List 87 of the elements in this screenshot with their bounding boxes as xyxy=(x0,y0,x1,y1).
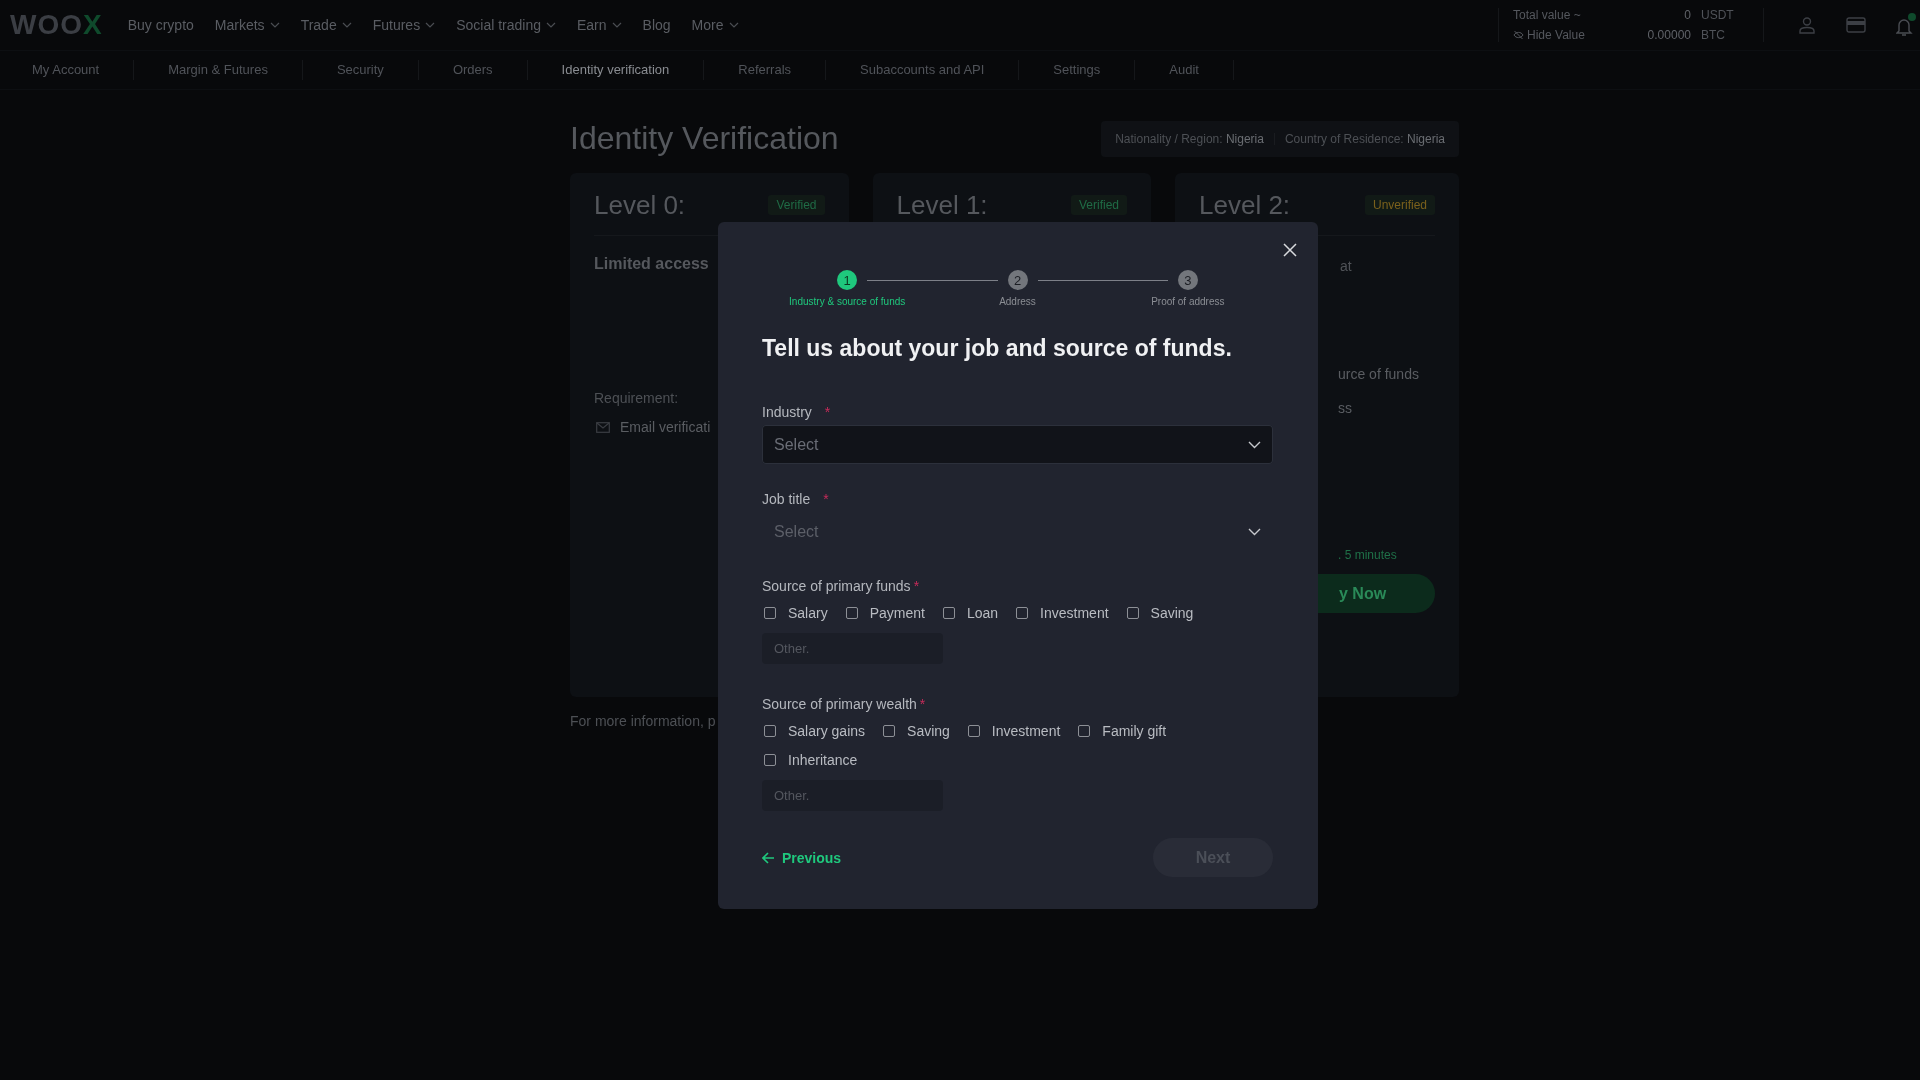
field-label: Source of primary funds xyxy=(762,578,911,594)
tab[interactable]: Subaccounts and API xyxy=(826,60,1020,80)
checkbox-label[interactable]: Salary xyxy=(788,605,828,621)
mail-icon xyxy=(596,421,610,433)
logo[interactable]: WOOX xyxy=(10,9,103,41)
nav-link[interactable]: Markets xyxy=(214,17,280,33)
nav-link[interactable]: More xyxy=(691,17,739,33)
time-text: . 5 minutes xyxy=(1338,548,1398,562)
hide-value-link[interactable]: Hide Value xyxy=(1513,28,1631,42)
nav-link[interactable]: Social trading xyxy=(456,17,556,33)
checkbox[interactable] xyxy=(1126,607,1139,619)
checkbox[interactable] xyxy=(764,725,776,737)
tab[interactable]: Orders xyxy=(418,60,528,80)
checkbox-label[interactable]: Saving xyxy=(907,723,950,739)
step-number: 3 xyxy=(1177,270,1198,290)
field-label: Industry xyxy=(762,404,812,420)
card-text: urce of funds xyxy=(1338,366,1420,382)
checkbox-label[interactable]: Saving xyxy=(1150,605,1194,621)
chevron-icon xyxy=(1248,440,1261,449)
checkbox[interactable] xyxy=(764,754,776,766)
total-value-label: Total value ~ xyxy=(1513,8,1582,22)
tab[interactable]: Identity verification xyxy=(527,60,705,80)
dialog-title: Tell us about your job and source of funds. xyxy=(762,335,1233,362)
currency-unit: BTC xyxy=(1700,28,1726,42)
nav-link[interactable]: Buy crypto xyxy=(127,17,194,33)
step-label: Address xyxy=(999,296,1036,307)
nav-link[interactable]: Blog xyxy=(642,17,671,33)
access-text: Limited access xyxy=(594,255,710,273)
step-label: Proof of address xyxy=(1151,296,1225,307)
field-label: Job title xyxy=(762,491,811,507)
page-title: Identity Verification xyxy=(570,120,839,157)
requirement-label: Requirement: xyxy=(594,390,680,406)
btc-value: 0.00000 xyxy=(1646,28,1691,42)
step-number: 1 xyxy=(837,270,858,290)
nav-link[interactable]: Futures xyxy=(372,17,436,33)
close-icon[interactable] xyxy=(1283,243,1297,257)
select-field[interactable]: Select xyxy=(762,512,1273,551)
checkbox-label[interactable]: Investment xyxy=(1040,605,1109,621)
checkbox-label[interactable]: Payment xyxy=(869,605,925,621)
level-title: Level 1: xyxy=(896,189,988,221)
tab[interactable]: Referrals xyxy=(704,60,827,80)
required-mark: * xyxy=(824,404,831,420)
requirement-text: Email verificati xyxy=(620,419,711,435)
checkbox[interactable] xyxy=(967,725,980,737)
tab[interactable]: Margin & Futures xyxy=(134,60,303,80)
status-tag: Unverified xyxy=(1364,195,1435,215)
eye-off-icon xyxy=(1513,30,1524,40)
previous-link[interactable]: Previous xyxy=(762,849,842,866)
chevron-icon xyxy=(1248,527,1261,536)
level-title: Level 2: xyxy=(1199,189,1291,221)
field-label: Source of primary wealth xyxy=(762,696,917,712)
checkbox[interactable] xyxy=(845,607,858,619)
required-mark: * xyxy=(913,578,920,594)
arrow-left-icon xyxy=(762,851,775,864)
step-label: Industry & source of funds xyxy=(789,296,906,307)
tab[interactable]: Settings xyxy=(1019,60,1136,80)
tab[interactable]: My Account xyxy=(0,60,135,80)
other-field[interactable]: Other. xyxy=(762,780,943,811)
checkbox-label[interactable]: Salary gains xyxy=(788,723,866,739)
level-title: Level 0: xyxy=(594,189,686,221)
select-field[interactable]: Select xyxy=(762,425,1273,464)
required-mark: * xyxy=(823,491,829,507)
checkbox[interactable] xyxy=(764,607,776,619)
total-value: 0 xyxy=(1683,8,1691,22)
step-number: 2 xyxy=(1007,270,1028,290)
status-tag: Verified xyxy=(768,195,825,215)
tab[interactable]: Security xyxy=(302,60,419,80)
checkbox-label[interactable]: Family gift xyxy=(1102,723,1167,739)
nationality-text: Nationality / Region: Nigeria xyxy=(1115,131,1264,146)
card-text: ss xyxy=(1338,400,1353,416)
other-field[interactable]: Other. xyxy=(762,633,943,664)
checkbox[interactable] xyxy=(1016,607,1029,619)
residence-text: Country of Residence: Nigeria xyxy=(1284,131,1445,146)
tab[interactable]: Audit xyxy=(1135,60,1234,80)
info-text: For more information, p xyxy=(570,713,716,729)
card-text: at xyxy=(1340,258,1353,274)
checkbox-label[interactable]: Inheritance xyxy=(788,752,858,768)
nav-link[interactable]: Earn xyxy=(577,17,622,33)
status-tag: Verified xyxy=(1070,195,1127,215)
required-mark: * xyxy=(919,696,926,712)
currency-unit: USDT xyxy=(1700,8,1735,22)
checkbox[interactable] xyxy=(942,607,955,619)
checkbox[interactable] xyxy=(883,725,896,737)
checkbox-label[interactable]: Loan xyxy=(966,605,999,621)
checkbox[interactable] xyxy=(1078,725,1091,737)
nav-link[interactable]: Trade xyxy=(300,17,352,33)
checkbox-label[interactable]: Investment xyxy=(991,723,1061,739)
